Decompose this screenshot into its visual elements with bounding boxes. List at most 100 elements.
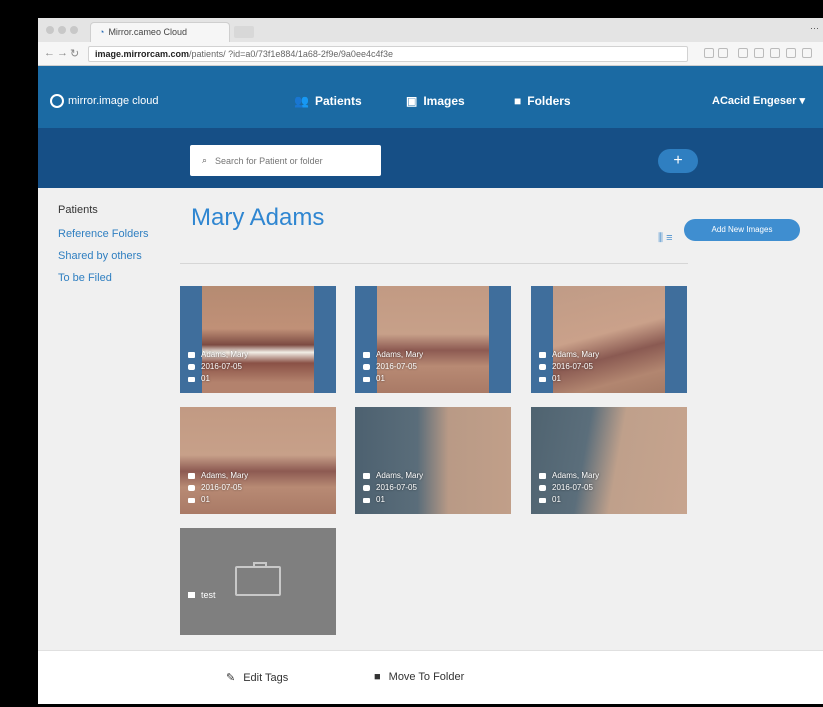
nav-images[interactable]: ▣ Images (406, 94, 465, 108)
app-logo[interactable]: mirror.image cloud (50, 94, 158, 108)
image-date: 2016-07-05 (552, 483, 593, 492)
image-tag: 01 (201, 495, 210, 504)
nav-folders-label: Folders (527, 94, 571, 108)
tag-icon (539, 497, 546, 503)
images-icon: ▣ (406, 94, 418, 108)
window-controls[interactable]: ⋯ (810, 23, 819, 34)
star-icon[interactable] (718, 48, 728, 58)
patient-name: Adams, Mary (552, 350, 600, 359)
image-meta: Adams, Mary 2016-07-05 01 (188, 470, 248, 506)
sidebar-item-to-be-filed[interactable]: To be Filed (58, 272, 158, 284)
camera-icon (363, 485, 370, 491)
nav-patients-label: Patients (314, 94, 362, 108)
extension-icon[interactable] (738, 48, 748, 58)
sidebar-item-shared-by-others[interactable]: Shared by others (58, 250, 158, 262)
tag-icon (188, 497, 195, 503)
user-menu[interactable]: ACacid Engeser ▾ (712, 94, 805, 107)
photo-background (489, 286, 511, 393)
search-box[interactable]: ⌕ (190, 145, 381, 176)
key-icon[interactable] (704, 48, 714, 58)
folder-icon (188, 473, 195, 479)
folder-icon: ■ (374, 671, 381, 683)
forward-icon[interactable]: → (57, 47, 68, 59)
camera-icon (363, 364, 370, 370)
tag-icon (188, 376, 195, 382)
extension-icon[interactable] (786, 48, 796, 58)
side-nav: Patients Reference Folders Shared by oth… (58, 204, 158, 294)
folder-icon (188, 592, 195, 598)
search-icon: ⌕ (202, 155, 208, 165)
browser-window: ◔ Mirror.cameo Cloud ⋯ ← → ↻ image.mirror… (38, 18, 823, 704)
new-tab-button[interactable] (234, 26, 254, 38)
folder-icon (188, 352, 195, 358)
tab-title: Mirror.cameo Cloud (108, 27, 187, 37)
page-title: Mary Adams (191, 204, 325, 231)
image-tile[interactable]: Adams, Mary 2016-07-05 01 (180, 286, 336, 393)
folder-name: test (201, 590, 216, 600)
reload-icon[interactable]: ↻ (70, 47, 79, 60)
image-tile[interactable]: Adams, Mary 2016-07-05 01 (180, 407, 336, 514)
patient-name: Adams, Mary (376, 350, 424, 359)
camera-icon (188, 364, 195, 370)
back-icon[interactable]: ← (44, 47, 55, 59)
favicon-icon: ◔ (99, 27, 105, 37)
image-date: 2016-07-05 (201, 362, 242, 371)
camera-icon (188, 485, 195, 491)
nav-patients[interactable]: 👥 Patients (294, 94, 362, 108)
url-host: image.mirrorcam.com (95, 49, 190, 59)
view-toggle-icon[interactable]: ⫼ ≡ (658, 232, 673, 245)
add-button[interactable]: + (658, 149, 698, 173)
tab-strip: ◔ Mirror.cameo Cloud ⋯ (38, 18, 823, 42)
image-tile[interactable]: Adams, Mary 2016-07-05 01 (355, 286, 511, 393)
url-field[interactable]: image.mirrorcam.com/patients/ ?id=a0/73f… (88, 46, 688, 62)
photo-background (314, 286, 336, 393)
image-meta: Adams, Mary 2016-07-05 01 (363, 470, 423, 506)
nav-images-label: Images (423, 94, 465, 108)
users-icon: 👥 (294, 94, 309, 108)
move-to-folder-label: Move To Folder (388, 671, 465, 683)
edit-tags-label: Edit Tags (243, 671, 289, 684)
image-date: 2016-07-05 (376, 362, 417, 371)
extension-icon[interactable] (770, 48, 780, 58)
image-date: 2016-07-05 (552, 362, 593, 371)
image-meta: Adams, Mary 2016-07-05 01 (188, 349, 248, 385)
search-bar: ⌕ + (38, 128, 823, 188)
image-tile[interactable]: Adams, Mary 2016-07-05 01 (531, 407, 687, 514)
address-bar: ← → ↻ image.mirrorcam.com/patients/ ?id=… (38, 42, 823, 66)
action-footer: ✎ Edit Tags ■ Move To Folder (38, 650, 823, 704)
patient-name: Adams, Mary (552, 471, 600, 480)
browser-tab[interactable]: ◔ Mirror.cameo Cloud (90, 22, 230, 42)
folder-label: test (188, 590, 216, 600)
camera-icon (539, 364, 546, 370)
zoom-dot[interactable] (70, 26, 78, 34)
add-new-images-button[interactable]: Add New Images (684, 219, 800, 241)
menu-icon[interactable] (802, 48, 812, 58)
folder-tile[interactable]: test (180, 528, 336, 635)
image-tag: 01 (552, 495, 561, 504)
patient-name: Adams, Mary (376, 471, 424, 480)
sidebar-header: Patients (58, 204, 98, 216)
folder-icon (539, 352, 546, 358)
minimize-dot[interactable] (58, 26, 66, 34)
search-input[interactable] (215, 155, 366, 166)
tag-icon (363, 497, 370, 503)
extension-icon[interactable] (754, 48, 764, 58)
tag-icon (363, 376, 370, 382)
logo-icon (50, 94, 64, 108)
image-tag: 01 (552, 374, 561, 383)
close-dot[interactable] (46, 26, 54, 34)
move-to-folder-button[interactable]: ■ Move To Folder (374, 671, 464, 683)
folder-icon (363, 352, 370, 358)
image-date: 2016-07-05 (376, 483, 417, 492)
sidebar-item-reference-folders[interactable]: Reference Folders (58, 228, 158, 240)
image-tile[interactable]: Adams, Mary 2016-07-05 01 (531, 286, 687, 393)
divider (180, 263, 688, 264)
image-tag: 01 (201, 374, 210, 383)
edit-tags-button[interactable]: ✎ Edit Tags (226, 671, 289, 685)
image-tile[interactable]: Adams, Mary 2016-07-05 01 (355, 407, 511, 514)
nav-folders[interactable]: ■ Folders (514, 94, 571, 108)
camera-icon (539, 485, 546, 491)
url-path: /patients/ ?id=a0/73f1e884/1a68-2f9e/9a0… (189, 49, 393, 59)
folder-outline-icon (235, 566, 281, 596)
folder-icon (539, 473, 546, 479)
